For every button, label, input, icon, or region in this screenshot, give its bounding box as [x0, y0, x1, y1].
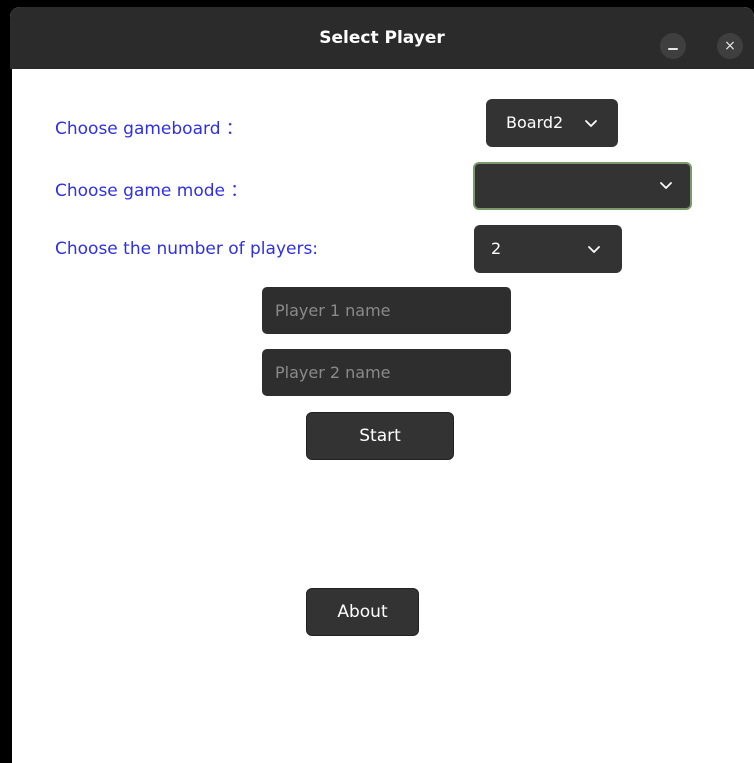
about-button[interactable]: About [306, 588, 419, 636]
players-dropdown[interactable]: 2 [474, 225, 622, 273]
gameboard-value: Board2 [506, 113, 564, 132]
chevron-down-icon [588, 246, 600, 253]
select-player-window: Select Player × Choose gameboard ： Board… [10, 7, 754, 763]
gamemode-label: Choose game mode ： [55, 181, 248, 201]
minimize-button[interactable] [660, 33, 686, 59]
titlebar: Select Player × [10, 7, 754, 69]
close-button[interactable]: × [717, 33, 743, 59]
gameboard-label: Choose gameboard ： [55, 119, 243, 139]
close-icon: × [724, 38, 736, 54]
player2-name-input[interactable] [262, 349, 511, 396]
chevron-down-icon [585, 120, 597, 127]
window-left-edge [10, 69, 12, 763]
gamemode-dropdown[interactable] [473, 162, 692, 210]
start-button[interactable]: Start [306, 412, 454, 460]
minimize-icon [668, 48, 678, 50]
gameboard-dropdown[interactable]: Board2 [486, 99, 618, 147]
player1-name-input[interactable] [262, 287, 511, 334]
players-label: Choose the number of players: [55, 239, 319, 259]
window-title: Select Player [319, 28, 445, 48]
players-value: 2 [491, 239, 502, 258]
chevron-down-icon [660, 182, 672, 189]
